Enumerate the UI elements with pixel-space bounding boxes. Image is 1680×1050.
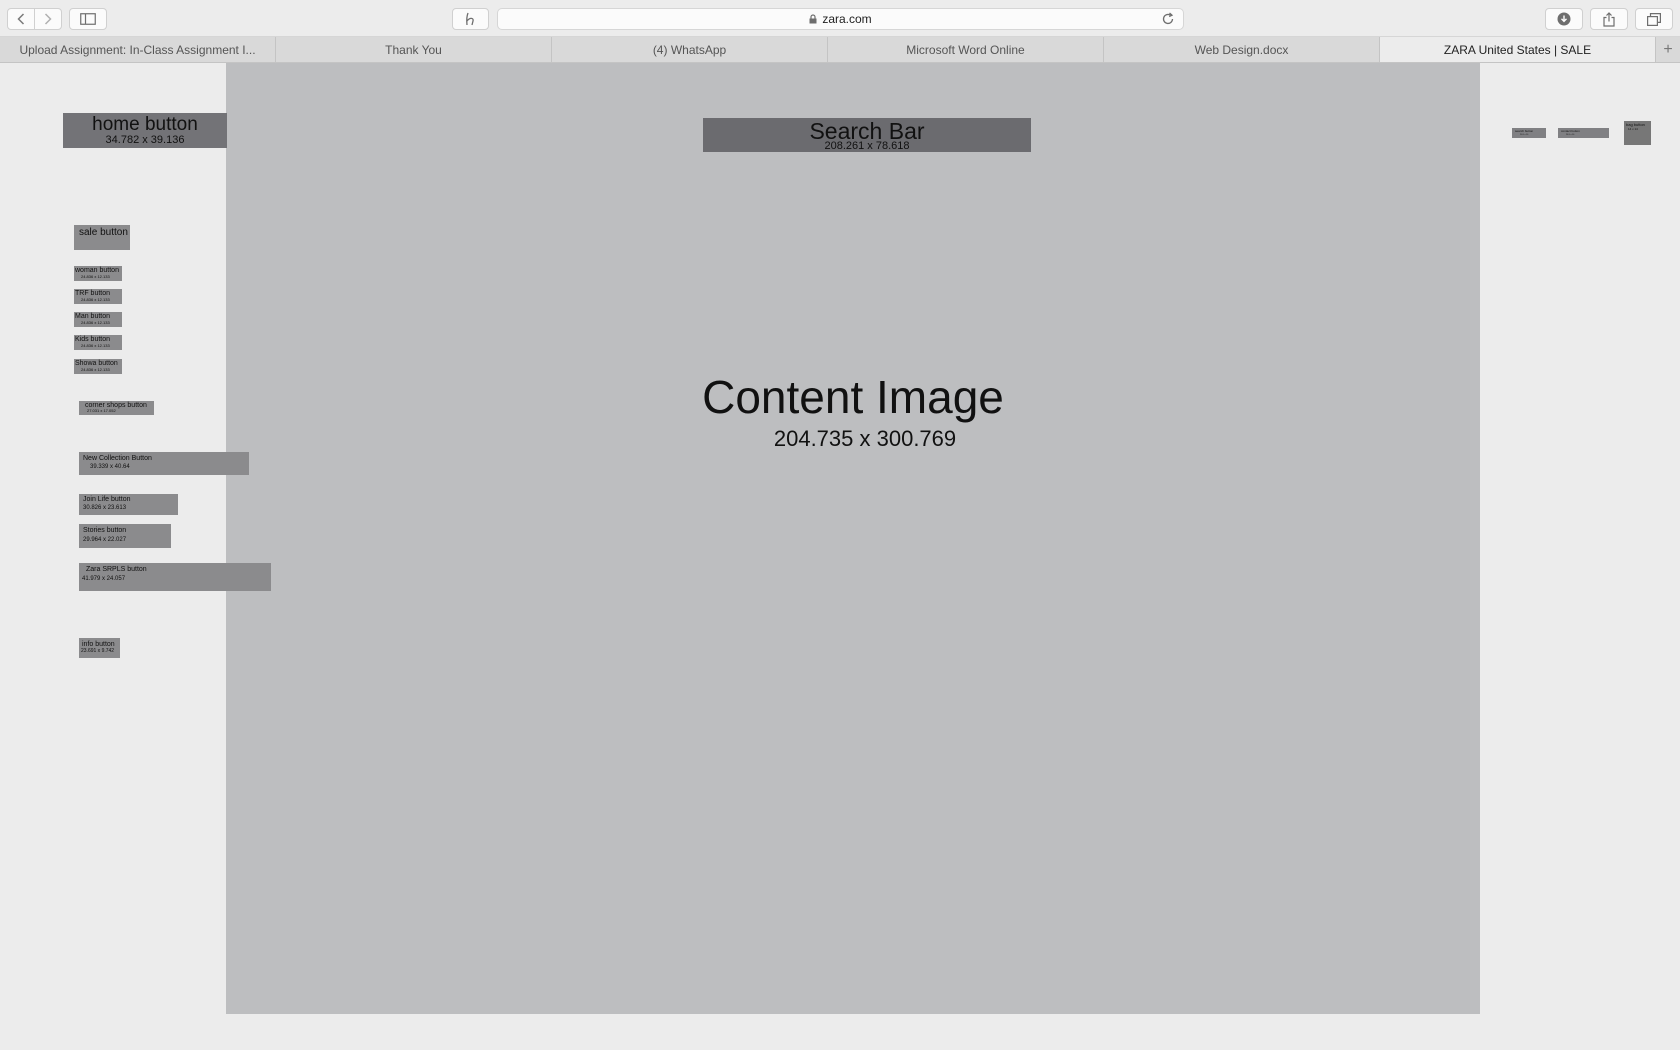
downloads-button[interactable] (1545, 8, 1583, 30)
home-button-label: home button (92, 114, 198, 135)
address-text: zara.com (822, 12, 872, 26)
sidebar-icon (80, 13, 96, 25)
contact-button[interactable]: contact button 26.5 x 10 (1558, 128, 1609, 138)
new-collection-dims: 39.339 x 40.64 (90, 464, 130, 470)
content-image[interactable]: Content Image 204.735 x 300.769 (226, 63, 1480, 1014)
share-icon (1603, 11, 1615, 27)
showa-button-dims: 24.836 x 12.133 (81, 367, 110, 372)
new-collection-label: New Collection Button (83, 455, 152, 462)
zara-srpls-button[interactable]: Zara SRPLS button 41.979 x 24.057 (79, 563, 271, 591)
man-button-dims: 24.836 x 12.133 (81, 320, 110, 325)
tab-bar: Upload Assignment: In-Class Assignment I… (0, 37, 1680, 63)
kids-button-label: Kids button (75, 336, 111, 343)
kids-button[interactable]: Kids button 24.836 x 12.133 (74, 335, 122, 350)
bag-button-dims: 14 x 14 (1628, 127, 1638, 131)
info-button-dims: 23.691 x 9.742 (81, 648, 115, 654)
tab-word-online[interactable]: Microsoft Word Online (828, 37, 1104, 62)
tab-whatsapp[interactable]: (4) WhatsApp (552, 37, 828, 62)
trf-button[interactable]: TRF button 24.836 x 12.133 (74, 289, 122, 304)
tab-web-design-docx[interactable]: Web Design.docx (1104, 37, 1380, 62)
home-button[interactable]: home button 34.782 x 39.136 (63, 113, 227, 148)
tab-thank-you[interactable]: Thank You (276, 37, 552, 62)
stories-button[interactable]: Stories button 29.964 x 22.027 (79, 524, 171, 548)
tab-upload-assignment[interactable]: Upload Assignment: In-Class Assignment I… (0, 37, 276, 62)
new-tab-button[interactable]: + (1656, 37, 1680, 62)
content-image-label: Content Image (702, 371, 1004, 423)
extension-button[interactable] (452, 8, 489, 30)
history-nav (7, 8, 62, 30)
kids-button-dims: 24.836 x 12.133 (81, 343, 110, 348)
contact-button-dims: 26.5 x 10 (1566, 134, 1575, 136)
trf-button-label: TRF button (75, 290, 111, 297)
tab-zara-sale[interactable]: ZARA United States | SALE (1380, 37, 1656, 62)
script-h-icon (465, 12, 474, 26)
tabs-icon (1647, 12, 1661, 26)
sidebar-button[interactable] (69, 8, 107, 30)
chevron-right-icon (44, 13, 52, 25)
search-bar[interactable]: Search Bar 208.261 x 78.618 (703, 118, 1031, 152)
page-content: Content Image 204.735 x 300.769 home but… (0, 63, 1680, 1050)
sale-button-label: sale button (79, 227, 128, 238)
showa-button[interactable]: Showa button 24.836 x 12.133 (74, 359, 122, 374)
forward-button[interactable] (34, 9, 61, 29)
address-bar[interactable]: zara.com (497, 8, 1184, 30)
stories-dims: 29.964 x 22.027 (83, 537, 127, 543)
header-search-dims: 20.5 x 10 (1520, 134, 1529, 136)
content-image-dims: 204.735 x 300.769 (773, 426, 957, 451)
woman-button-dims: 24.836 x 12.133 (81, 274, 110, 279)
new-collection-button[interactable]: New Collection Button 39.339 x 40.64 (79, 452, 249, 475)
join-life-button[interactable]: Join Life button 30.826 x 23.613 (79, 494, 178, 515)
showa-button-label: Showa button (75, 360, 118, 367)
info-button-label: info button (82, 641, 115, 648)
woman-button-label: woman button (75, 267, 119, 274)
back-button[interactable] (8, 9, 34, 29)
sale-button[interactable]: sale button (74, 225, 130, 250)
lock-icon (809, 14, 817, 24)
zara-srpls-label: Zara SRPLS button (86, 566, 147, 573)
tab-overview-button[interactable] (1635, 8, 1673, 30)
info-button[interactable]: info button 23.691 x 9.742 (79, 638, 120, 658)
man-button-label: Man button (75, 313, 111, 320)
reload-icon[interactable] (1161, 12, 1175, 26)
zara-srpls-dims: 41.979 x 24.057 (82, 576, 126, 582)
share-button[interactable] (1590, 8, 1628, 30)
bag-button[interactable]: bag button 14 x 14 (1624, 121, 1651, 145)
trf-button-dims: 24.836 x 12.133 (81, 297, 110, 302)
join-life-label: Join Life button (83, 496, 131, 503)
corner-shops-dims: 27.031 x 17.052 (87, 408, 116, 413)
browser-toolbar: zara.com (0, 0, 1680, 37)
search-bar-dims: 208.261 x 78.618 (824, 140, 910, 152)
woman-button[interactable]: woman button 24.836 x 12.133 (74, 266, 122, 281)
corner-shops-button[interactable]: corner shops button 27.031 x 17.052 (79, 401, 154, 415)
stories-label: Stories button (83, 527, 127, 534)
home-button-dims: 34.782 x 39.136 (105, 134, 185, 146)
header-search-button[interactable]: search button 20.5 x 10 (1512, 128, 1546, 138)
chevron-left-icon (17, 13, 25, 25)
man-button[interactable]: Man button 24.836 x 12.133 (74, 312, 122, 327)
download-icon (1557, 12, 1571, 26)
join-life-dims: 30.826 x 23.613 (83, 505, 127, 511)
